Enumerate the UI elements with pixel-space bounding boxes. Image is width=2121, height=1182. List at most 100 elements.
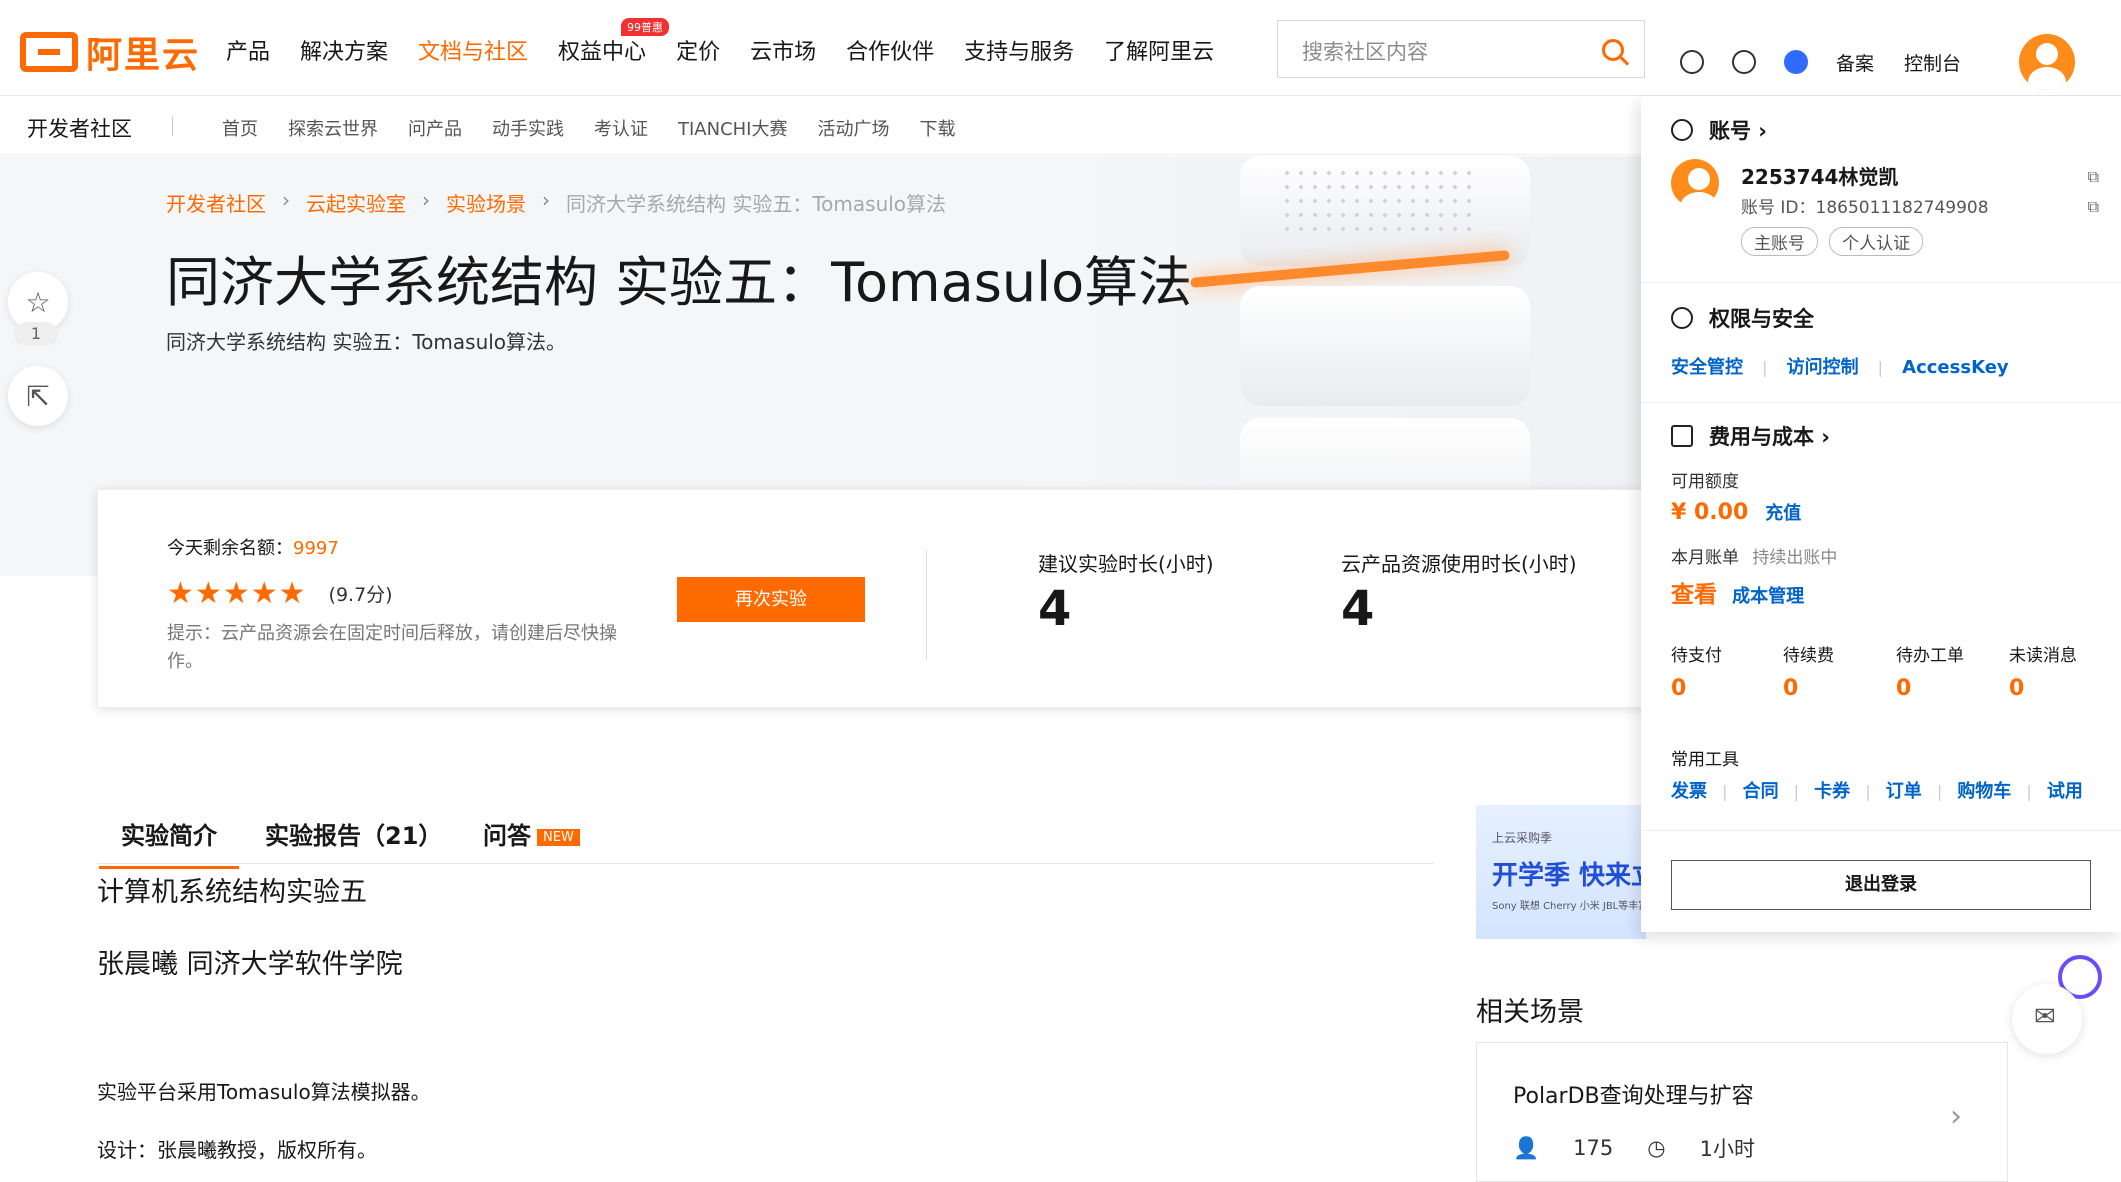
feedback-button[interactable]: ✉: [2012, 984, 2082, 1054]
cost-manage-link[interactable]: 成本管理: [1732, 586, 1804, 607]
content-author: 张晨曦 同济大学软件学院: [97, 949, 403, 980]
search-box[interactable]: 搜索社区内容: [1277, 20, 1645, 78]
tab-intro[interactable]: 实验简介: [99, 816, 239, 869]
tool-contract[interactable]: 合同: [1743, 781, 1779, 802]
divider: |: [1762, 358, 1768, 377]
account-header[interactable]: 账号 ›: [1671, 115, 1767, 145]
page-title: 同济大学系统结构 实验五：Tomasulo算法: [166, 251, 1193, 314]
resource-duration: 云产品资源使用时长(小时) 4: [1341, 548, 1577, 637]
nav-about[interactable]: 了解阿里云: [1104, 34, 1214, 66]
lab-info-card: 今天剩余名额：9997 ★ ★ ★ ★ ★ (9.7分) 提示：云产品资源会在固…: [97, 489, 1707, 708]
logout-button[interactable]: 退出登录: [1671, 860, 2091, 910]
subnav-events[interactable]: 活动广场: [818, 115, 890, 141]
subnav-home[interactable]: 首页: [222, 115, 258, 141]
divider: |: [1722, 782, 1728, 801]
suggested-duration-label: 建议实验时长(小时): [1038, 552, 1214, 576]
copy-icon[interactable]: ⧉: [2088, 197, 2099, 217]
bill-label: 本月账单: [1671, 548, 1739, 568]
aliyun-logo[interactable]: 阿里云: [20, 26, 200, 78]
chevron-right-icon[interactable]: ›: [1950, 1099, 1962, 1134]
nav-benefits[interactable]: 权益中心 99普惠: [558, 18, 670, 66]
account-tags: 主账号 个人认证: [1741, 227, 1929, 256]
panel-avatar: [1671, 159, 1719, 207]
nav-pricing[interactable]: 定价: [676, 34, 720, 66]
resource-duration-label: 云产品资源使用时长(小时): [1341, 552, 1577, 576]
todo-pending-pay[interactable]: 待支付 0: [1671, 641, 1722, 701]
link-accesskey[interactable]: AccessKey: [1902, 357, 2008, 378]
todo-tickets[interactable]: 待办工单 0: [1896, 641, 1964, 701]
users-icon: [1671, 307, 1693, 329]
permission-section: 权限与安全 安全管控 | 访问控制 | AccessKey: [1641, 283, 2121, 403]
record-link[interactable]: 备案: [1836, 49, 1874, 76]
subnav-certification[interactable]: 考认证: [594, 115, 648, 141]
subnav-download[interactable]: 下载: [920, 115, 956, 141]
subnav-ask[interactable]: 问产品: [408, 115, 462, 141]
copy-icon[interactable]: ⧉: [2088, 167, 2099, 187]
ad-tagline: 上云采购季: [1492, 831, 1553, 845]
tool-orders[interactable]: 订单: [1886, 781, 1922, 802]
rating-score: (9.7分): [328, 584, 393, 606]
header-tools: 备案 控制台: [1680, 34, 2076, 90]
todo-label: 待续费: [1783, 646, 1834, 666]
subnav-explore[interactable]: 探索云世界: [288, 115, 378, 141]
divider: [926, 550, 927, 660]
subnav-practice[interactable]: 动手实践: [492, 115, 564, 141]
link-access-control[interactable]: 访问控制: [1787, 357, 1859, 378]
star-icon[interactable]: [1784, 50, 1808, 74]
tab-qa[interactable]: 问答 NEW: [483, 816, 580, 851]
cloud-support-icon[interactable]: [1732, 50, 1756, 74]
recharge-link[interactable]: 充值: [1765, 503, 1801, 524]
tool-invoice[interactable]: 发票: [1671, 781, 1707, 802]
chevron-right-icon: ›: [542, 188, 550, 212]
divider: |: [1877, 358, 1884, 377]
console-link[interactable]: 控制台: [1904, 49, 1961, 76]
permission-title: 权限与安全: [1709, 307, 1814, 331]
content-tabs: 实验简介 实验报告（21） 问答 NEW: [97, 812, 1434, 869]
divider: |: [1865, 782, 1871, 801]
tool-coupon[interactable]: 卡券: [1814, 781, 1850, 802]
rating: ★ ★ ★ ★ ★ (9.7分): [167, 576, 393, 611]
bill-status: 持续出账中: [1752, 548, 1838, 568]
breadcrumb-community[interactable]: 开发者社区: [166, 188, 266, 217]
nav-docs-community[interactable]: 文档与社区: [418, 34, 528, 66]
view-bill-link[interactable]: 查看: [1671, 582, 1717, 608]
breadcrumb-scenes[interactable]: 实验场景: [446, 188, 526, 217]
nav-support[interactable]: 支持与服务: [964, 34, 1074, 66]
breadcrumb-lab[interactable]: 云起实验室: [306, 188, 406, 217]
nav-solutions[interactable]: 解决方案: [300, 34, 388, 66]
quota-value: 9997: [293, 538, 339, 559]
divider: |: [1793, 782, 1800, 801]
community-title[interactable]: 开发者社区: [27, 113, 132, 143]
tab-report[interactable]: 实验报告（21）: [265, 816, 442, 851]
user-avatar[interactable]: [2019, 34, 2076, 90]
link-security-control[interactable]: 安全管控: [1671, 357, 1743, 378]
chevron-right-icon: ›: [282, 188, 290, 212]
todo-unread[interactable]: 未读消息 0: [2009, 641, 2077, 701]
cost-section: 费用与成本 › 可用额度 ¥ 0.00 充值 本月账单 持续出账中 查看 成本管…: [1641, 403, 2121, 831]
search-input[interactable]: 搜索社区内容: [1302, 36, 1428, 66]
promo-ad[interactable]: 上云采购季 开学季 快来立 Sony 联想 Cherry 小米 JBL等丰富开学: [1476, 805, 1646, 939]
tool-cart[interactable]: 购物车: [1957, 781, 2011, 802]
cost-header[interactable]: 费用与成本 ›: [1671, 421, 1830, 451]
bill-actions: 查看 成本管理: [1671, 575, 1804, 609]
todo-value: 0: [2009, 676, 2025, 701]
star-filled-icon: ★: [222, 576, 250, 611]
tab-qa-label: 问答: [483, 822, 531, 850]
nav-marketplace[interactable]: 云市场: [750, 34, 816, 66]
restart-lab-button[interactable]: 再次实验: [677, 577, 865, 622]
tool-trial[interactable]: 试用: [2047, 781, 2083, 802]
suggested-duration: 建议实验时长(小时) 4: [1038, 548, 1214, 637]
todo-pending-renew[interactable]: 待续费 0: [1783, 641, 1834, 701]
new-badge: NEW: [537, 828, 580, 846]
subnav-tianchi[interactable]: TIANCHI大赛: [678, 115, 788, 141]
search-icon[interactable]: [1602, 39, 1624, 61]
related-scene-card[interactable]: PolarDB查询处理与扩容 👤 175 ◷ 1小时 ›: [1476, 1042, 2008, 1182]
divider: |: [1936, 782, 1943, 801]
todo-label: 待办工单: [1896, 646, 1964, 666]
nav-products[interactable]: 产品: [226, 34, 270, 66]
share-button[interactable]: ⇱: [8, 366, 68, 426]
ad-headline: 开学季 快来立: [1492, 861, 1646, 891]
todo-value: 0: [1783, 676, 1799, 701]
gauge-icon[interactable]: [1680, 50, 1704, 74]
nav-partners[interactable]: 合作伙伴: [846, 34, 934, 66]
